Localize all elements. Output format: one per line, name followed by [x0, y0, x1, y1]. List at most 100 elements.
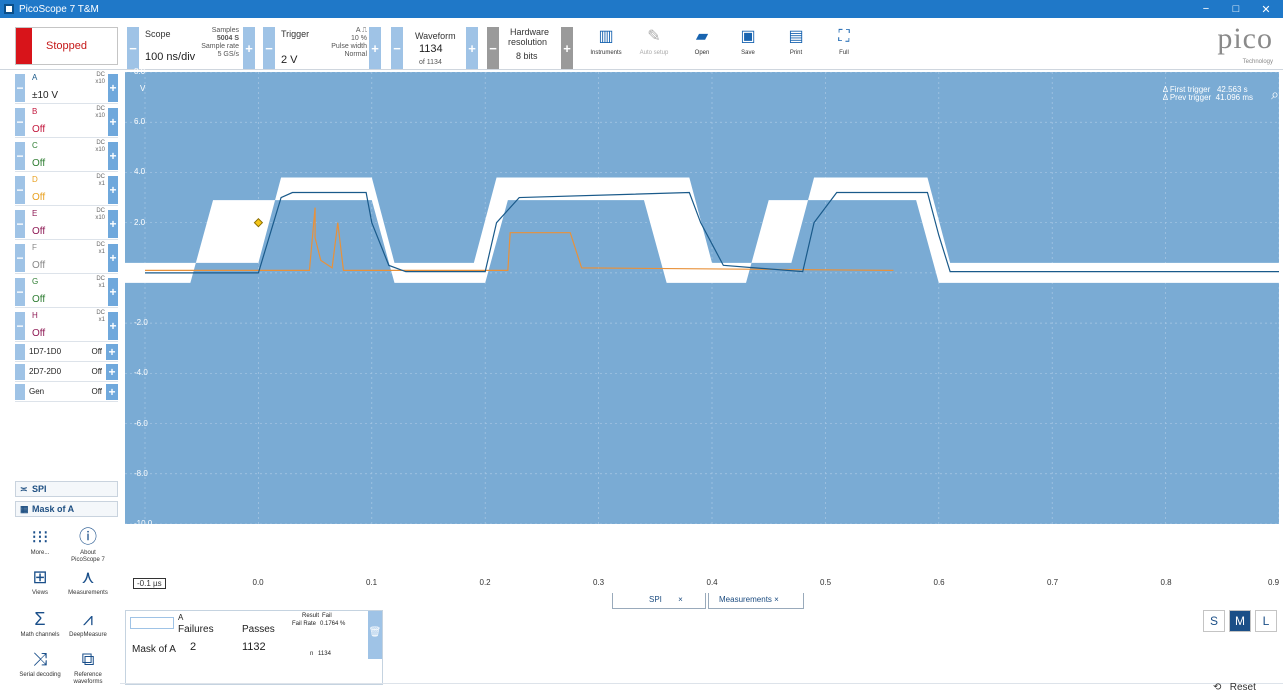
reference-waveforms-button[interactable]: ⧉ Reference waveforms [64, 648, 112, 686]
waveform-index: 1134 [419, 43, 443, 55]
x-tick-label: 0.4 [706, 578, 718, 587]
size-large-button[interactable]: L [1255, 610, 1277, 632]
y-tick-label: 8.0 [134, 67, 146, 76]
channel-range-minus[interactable]: − [15, 74, 25, 102]
y-tick-label: -8.0 [134, 468, 148, 478]
deepmeasure-icon: ⩘ [82, 609, 94, 629]
channel-range-plus[interactable]: + [108, 278, 118, 306]
trigger-plus[interactable]: + [369, 27, 381, 69]
timebase-minus[interactable]: − [127, 27, 139, 69]
deepmeasure-button[interactable]: ⩘ DeepMeasure [64, 608, 112, 639]
channel-a[interactable]: − A DC x10 ±10 V + [15, 70, 118, 104]
zoom-icon[interactable]: ⌕ [1271, 86, 1279, 103]
serial-icon: ⤨ [32, 649, 48, 669]
waveform-minus[interactable]: − [391, 27, 403, 69]
channel-range-plus[interactable]: + [108, 108, 118, 136]
timebase-value: 100 ns/div [145, 51, 196, 63]
channel-range-plus[interactable]: + [108, 210, 118, 238]
minimize-button[interactable]: − [1193, 0, 1219, 18]
resolution-plus[interactable]: + [561, 27, 573, 69]
channel-range: Off [32, 328, 46, 339]
scope-group[interactable]: Scope 100 ns/div Samples 5004 S Sample r… [141, 27, 243, 69]
channel-range-minus[interactable]: − [15, 142, 25, 170]
close-icon[interactable]: × [678, 595, 683, 604]
y-tick-label: -4.0 [134, 368, 148, 378]
digital-minus[interactable] [15, 344, 25, 360]
tab-measurements[interactable]: Measurements × [708, 593, 804, 609]
passes-value: 1132 [242, 641, 266, 653]
channel-range-plus[interactable]: + [108, 312, 118, 340]
channel-range-plus[interactable]: + [108, 244, 118, 272]
channel-b[interactable]: − B DC x10 Off + [15, 104, 118, 138]
digital-1[interactable]: 2D7-2D0 Off + [15, 362, 118, 382]
resolution-group[interactable]: Hardware resolution 8 bits [502, 27, 560, 69]
channel-f[interactable]: − F DC x1 Off + [15, 240, 118, 274]
save-button[interactable]: ▣ Save [726, 28, 770, 68]
digital-plus[interactable]: + [106, 344, 118, 360]
channel-range-minus[interactable]: − [15, 278, 25, 306]
spi-decoder-item[interactable]: ≍ SPI [15, 481, 118, 497]
open-button[interactable]: ▰ Open [680, 28, 724, 68]
auto-setup-button[interactable]: ✎ Auto setup [632, 28, 676, 68]
channel-range-plus[interactable]: + [108, 176, 118, 204]
channel-range-plus[interactable]: + [108, 74, 118, 102]
maximize-button[interactable]: □ [1223, 0, 1249, 18]
views-button[interactable]: ⊞ Views [16, 566, 64, 597]
serial-decoding-button[interactable]: ⤨ Serial decoding [16, 648, 64, 679]
close-button[interactable]: ✕ [1253, 0, 1279, 18]
print-button[interactable]: ▤ Print [774, 28, 818, 68]
about-button[interactable]: ⓘ About PicoScope 7 [64, 526, 112, 564]
channel-range-minus[interactable]: − [15, 244, 25, 272]
views-icon: ⊞ [32, 567, 48, 587]
resolution-minus[interactable]: − [487, 27, 499, 69]
delete-mask-button[interactable]: 🗑 [368, 611, 382, 659]
y-tick-label: 2.0 [134, 217, 146, 227]
math-channels-button[interactable]: Σ Math channels [16, 608, 64, 639]
close-icon[interactable]: × [774, 595, 779, 604]
trigger-group[interactable]: Trigger 2 V A ⎍ 10 % Pulse width Normal [277, 27, 369, 69]
more-icon: ⁝⁝⁝ [31, 527, 49, 547]
status-bar [120, 683, 1283, 697]
channel-range-minus[interactable]: − [15, 176, 25, 204]
reset-icon: ⟲ [1213, 682, 1222, 693]
channel-c[interactable]: − C DC x10 Off + [15, 138, 118, 172]
trigger-minus[interactable]: − [263, 27, 275, 69]
size-selector: S M L [1203, 610, 1277, 632]
instruments-button[interactable]: ▥ Instruments [584, 28, 628, 68]
waveform-group[interactable]: Waveform 1134 of 1134 [405, 27, 465, 69]
measurements-icon: ⋏ [81, 567, 95, 587]
channel-range-minus[interactable]: − [15, 108, 25, 136]
x-tick-label: 0.8 [1160, 578, 1172, 587]
more-button[interactable]: ⁝⁝⁝ More... [16, 526, 64, 557]
digital-plus[interactable]: + [106, 384, 118, 400]
measurements-button[interactable]: ⋏ Measurements [64, 566, 112, 597]
channel-range-minus[interactable]: − [15, 312, 25, 340]
x-tick-label: 0.3 [593, 578, 605, 587]
x-tick-label: 0.0 [252, 578, 264, 587]
scope-view[interactable] [125, 72, 1279, 524]
size-small-button[interactable]: S [1203, 610, 1225, 632]
channel-d[interactable]: − D DC x1 Off + [15, 172, 118, 206]
run-stop-button[interactable]: Stopped [15, 27, 118, 65]
timebase-plus[interactable]: + [243, 27, 255, 69]
reset-button[interactable]: ⟲ Reset [1213, 682, 1256, 693]
channel-name: G [32, 277, 39, 286]
mask-item[interactable]: ▦ Mask of A [15, 501, 118, 517]
tab-spi[interactable]: SPI × [612, 593, 706, 609]
digital-minus[interactable] [15, 364, 25, 380]
digital-minus[interactable] [15, 384, 25, 400]
size-medium-button[interactable]: M [1229, 610, 1251, 632]
channel-h[interactable]: − H DC x1 Off + [15, 308, 118, 342]
digital-plus[interactable]: + [106, 364, 118, 380]
x-tick-label: 0.5 [820, 578, 832, 587]
waveform-plus[interactable]: + [466, 27, 478, 69]
trash-icon: 🗑 [368, 627, 382, 638]
channel-e[interactable]: − E DC x10 Off + [15, 206, 118, 240]
channel-name: C [32, 141, 38, 150]
channel-range-minus[interactable]: − [15, 210, 25, 238]
full-screen-button[interactable]: ⛶ Full [822, 28, 866, 68]
channel-g[interactable]: − G DC x1 Off + [15, 274, 118, 308]
digital-2[interactable]: Gen Off + [15, 382, 118, 402]
digital-0[interactable]: 1D7-1D0 Off + [15, 342, 118, 362]
channel-range-plus[interactable]: + [108, 142, 118, 170]
